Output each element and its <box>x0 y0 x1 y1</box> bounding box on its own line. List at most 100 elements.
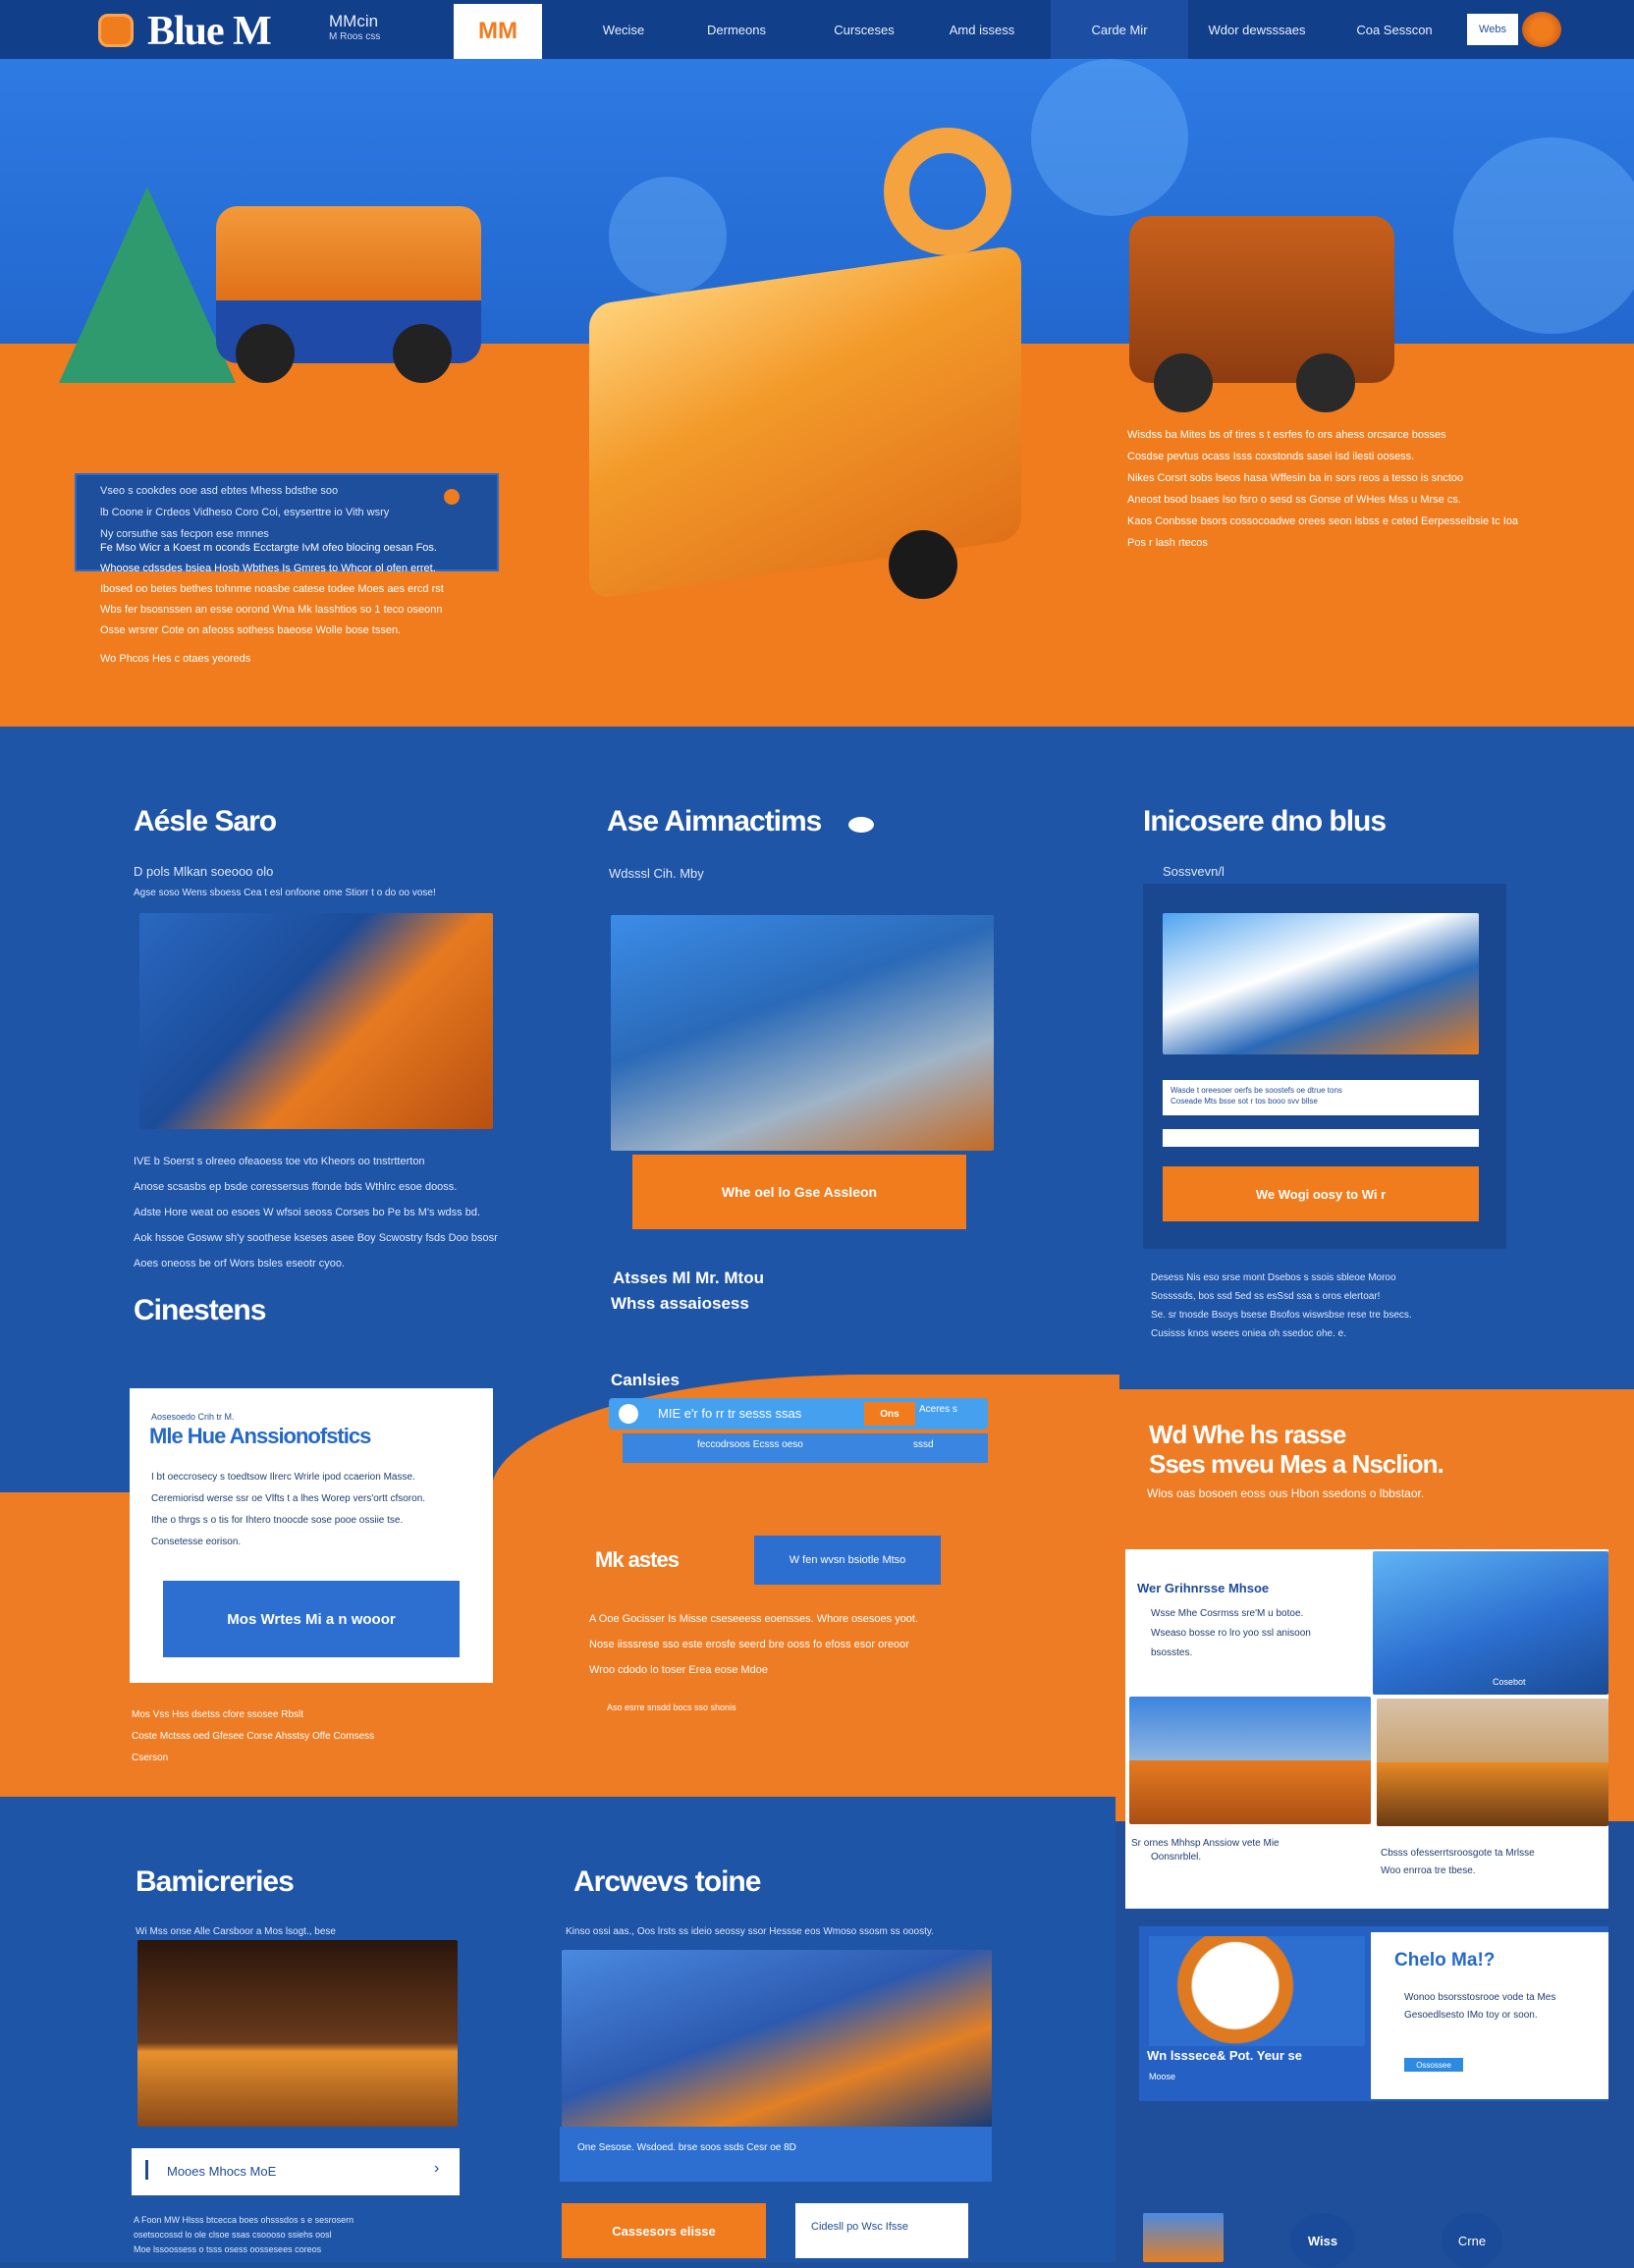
nav-badge[interactable]: MM <box>454 4 542 59</box>
gallery-caption-left2: Oonsnrblel. <box>1151 1852 1202 1863</box>
below-card-text: Mos Vss Hss dsetss cfore ssosee Rbslt Co… <box>132 1704 374 1769</box>
col2-heading-a: Atsses Ml Mr. Mtou <box>613 1269 764 1287</box>
text-line: Wbs fer bsosnssen an esse oorond Wna Mk … <box>100 604 443 616</box>
bus-illustration <box>589 244 1021 600</box>
text-line: Wo Phcos Hes c otaes yeoreds <box>100 653 251 665</box>
gallery-image-2[interactable] <box>1129 1697 1371 1824</box>
col3-input[interactable]: Wasde t oreesoer oerfs be soostefs oe dt… <box>1163 1080 1479 1115</box>
mk-button[interactable]: W fen wvsn bsiotle Mtso <box>754 1536 941 1585</box>
bottom-col2-image[interactable] <box>562 1950 992 2127</box>
text-line: Aneost bsod bsaes Iso fsro o sesd ss Gon… <box>1127 494 1461 506</box>
cheo-text: Wonoo bsorsstosrooe vode ta Mes Gesoedls… <box>1404 1989 1555 2025</box>
text-line: Coste Mctsss oed Gfesee Corse Ahsstsy Of… <box>132 1731 375 1742</box>
text-line: IVE b Soerst s olreeo ofeaoess toe vto K… <box>134 1156 425 1167</box>
search-text[interactable]: MIE e'r fo rr tr sesss ssas <box>658 1406 801 1421</box>
bottom-col2-caption: One Sesose. Wsdoed. brse soos ssds Cesr … <box>577 2142 796 2153</box>
col3-button[interactable]: We Wogi oosy to Wi r <box>1163 1166 1479 1221</box>
col2-image[interactable] <box>611 915 994 1151</box>
search-sub-text: feccodrsoos Ecsss oeso <box>697 1439 803 1450</box>
flower-icon <box>1522 12 1561 47</box>
nav-item[interactable]: Wecise <box>579 0 668 59</box>
mountain-illustration <box>59 187 236 383</box>
bottom-col1-subtitle: Wi Mss onse Alle Carsboor a Mos lsogt., … <box>136 1926 336 1937</box>
thumb-image[interactable] <box>1143 2213 1224 2262</box>
cheo-title: Chelo Ma!? <box>1394 1950 1496 1971</box>
text-line: Wseaso bosse ro lro yoo ssl anisoon <box>1151 1628 1311 1639</box>
col3-input-2[interactable] <box>1163 1129 1479 1147</box>
right-subtitle: Wlos oas bosoen eoss ous Hbon ssedons o … <box>1147 1486 1425 1500</box>
nav-item[interactable]: Amd issess <box>933 0 1031 59</box>
pill-icon <box>848 817 874 833</box>
chevron-right-icon[interactable]: › <box>434 2160 439 2178</box>
logo-icon[interactable] <box>98 14 134 47</box>
col3-text: Desess Nis eso srse mont Dsebos s ssois … <box>1151 1269 1412 1343</box>
gallery-tag: Cosebot <box>1493 1677 1526 1687</box>
circle-button[interactable]: Crne <box>1442 2213 1502 2268</box>
right-title-b: Sses mveu Mes a Nsclion. <box>1149 1449 1444 1479</box>
hero-banner: Vseo s cookdes ooe asd ebtes Mhess bdsth… <box>0 59 1634 727</box>
col3-image[interactable] <box>1163 913 1479 1054</box>
nav-item-active[interactable]: Carde Mir <box>1051 0 1188 59</box>
col1-subtitle2: Agse soso Wens sboess Cea t esl onfoone … <box>134 888 436 898</box>
wheel-icon <box>236 324 295 383</box>
text-line: Desess Nis eso srse mont Dsebos s ssois … <box>1151 1272 1396 1283</box>
text-line: Osse wrsrer Cote on afeoss sothess baeos… <box>100 624 402 636</box>
nav-cta-button[interactable]: Webs <box>1467 14 1518 45</box>
col2-heading-b: Whss assaiosess <box>611 1294 749 1313</box>
nav-item[interactable]: Cursceses <box>815 0 913 59</box>
cardss-label: Canlsies <box>611 1371 680 1389</box>
bottom-col1-input-text[interactable]: Mooes Mhocs MoE <box>167 2164 276 2179</box>
logo-tagline: M Roos css <box>329 31 381 42</box>
col1-title: Aésle Saro <box>134 805 277 837</box>
search-icon[interactable] <box>619 1404 638 1424</box>
text-line: Kaos Conbsse bsors cossocoadwe orees seo… <box>1127 515 1519 527</box>
cheo-left-title: Wn lsssece& Pot. Yeur se <box>1147 2048 1302 2063</box>
text-line: Consetesse eorison. <box>151 1537 242 1547</box>
cheo-button[interactable]: Ossossee <box>1404 2058 1463 2072</box>
text-line: Wsse Mhe Cosrmss sre'M u botoe. <box>1151 1608 1304 1619</box>
text-line: Aoes oneoss be orf Wors bsles eseotr cyo… <box>134 1258 346 1269</box>
card-title: Mle Hue Anssionofstics <box>149 1424 371 1448</box>
search-tag-button[interactable]: Ons <box>864 1402 915 1426</box>
gallery-caption-left: Sr ornes Mhhsp Anssiow vete Mie <box>1131 1838 1280 1849</box>
cheo-left-sub: Moose <box>1149 2072 1176 2081</box>
text-line: Whoose cdssdes bsiea Hosb Wbthes Is Gmre… <box>100 563 436 574</box>
bottom-orange-button[interactable]: Cassesors elisse <box>562 2203 766 2258</box>
gallery-image-3[interactable] <box>1377 1699 1608 1826</box>
cheo-image[interactable] <box>1149 1936 1365 2046</box>
ring-float-icon <box>884 128 1011 255</box>
text-line: Ibosed oo betes bethes tohnme noasbe cat… <box>100 583 444 595</box>
input-text: Wasde t oreesoer oerfs be soostefs oe dt… <box>1171 1086 1342 1095</box>
text-line: Anose scsasbs ep bsde coressersus ffonde… <box>134 1181 458 1193</box>
nav-item[interactable]: Dermeons <box>687 0 786 59</box>
col2-button[interactable]: Whe oel lo Gse Assleon <box>632 1155 966 1229</box>
gallery-caption-right2: Woo enrroa tre tbese. <box>1381 1865 1476 1876</box>
card-button[interactable]: Mos Wrtes Mi a n wooor <box>163 1581 460 1657</box>
wheel-icon <box>1296 353 1355 412</box>
gallery-image-1[interactable] <box>1373 1551 1608 1695</box>
col3-title: Inicosere dno blus <box>1143 805 1387 837</box>
hero-box-line: Vseo s cookdes ooe asd ebtes Mhess bdsth… <box>100 485 339 497</box>
wheel-icon <box>1154 353 1213 412</box>
text-line: Se. sr tnosde Bsoys bsese Bsofos wiswsbs… <box>1151 1310 1412 1321</box>
logo-text[interactable]: Blue M <box>147 8 272 55</box>
col1-vehicle-image[interactable] <box>139 913 493 1129</box>
text-line: Ceremiorisd werse ssr oe Vlfts t a lhes … <box>151 1493 426 1504</box>
bottom-col1-title: Bamicreries <box>136 1865 295 1898</box>
text-line: bsosstes. <box>1151 1647 1193 1658</box>
text-line: Pos r lash rtecos <box>1127 537 1208 549</box>
bottom-col1-image[interactable] <box>137 1940 458 2127</box>
gallery-text: Wsse Mhe Cosrmss sre'M u botoe. Wseaso b… <box>1151 1604 1311 1663</box>
nav-item[interactable]: Wdor dewsssaes <box>1188 0 1326 59</box>
text-line: Moe lssoossess o tsss osess oossesees co… <box>134 2244 322 2254</box>
circle-button[interactable]: Wiss <box>1290 2213 1355 2268</box>
bottom-white-button-label[interactable]: Cidesll po Wsc Ifsse <box>811 2221 908 2233</box>
text-line: Mos Vss Hss dsetss cfore ssosee Rbslt <box>132 1709 304 1720</box>
text-line: Wroo cdodo lo toser Erea eose Mdoe <box>589 1664 769 1676</box>
nav-item[interactable]: Coa Sesscon <box>1335 0 1453 59</box>
input-text: Coseade Mts bsse sot r tos booo svv blls… <box>1171 1097 1318 1106</box>
gallery-title: Wer Grihnrsse Mhsoe <box>1137 1581 1270 1595</box>
search-sub-text2: sssd <box>913 1439 934 1450</box>
col3-subtitle: Sossvevn/l <box>1163 864 1225 879</box>
logo-superscript: MMcin <box>329 12 379 30</box>
